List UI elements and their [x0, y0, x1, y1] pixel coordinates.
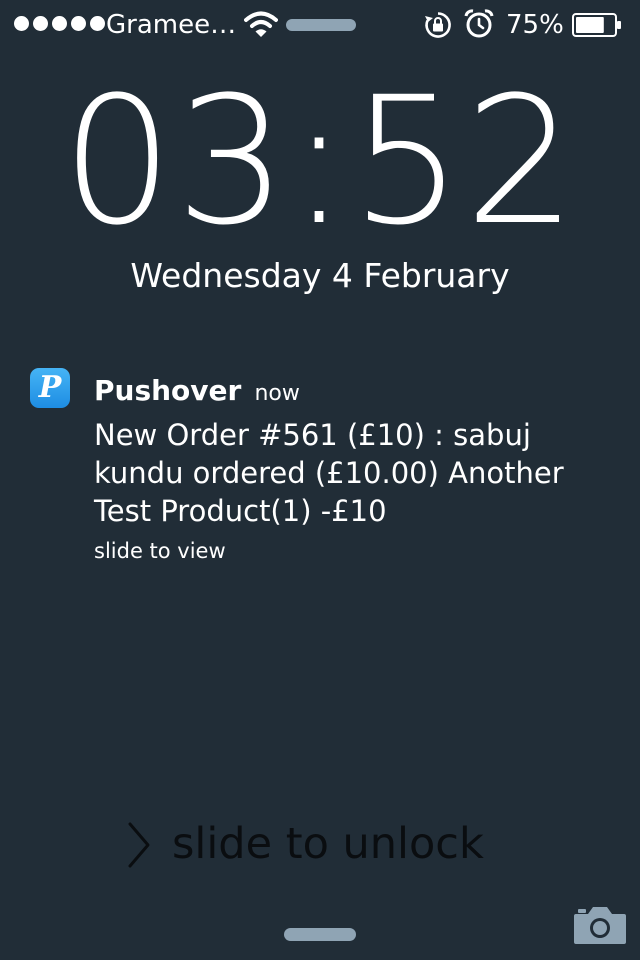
clock-date: Wednesday 4 February: [130, 256, 510, 295]
battery-percent: 75%: [506, 10, 564, 40]
lock-clock: 03:52: [0, 62, 640, 262]
signal-dot: [90, 16, 105, 31]
alarm-icon: [464, 9, 494, 38]
notification-message: New Order #561 (£10) : sabuj kundu order…: [94, 418, 564, 528]
wifi-icon: [244, 11, 278, 37]
unlock-label: slide to unlock: [172, 819, 484, 869]
notification-time: now: [254, 381, 300, 406]
pushover-app-icon: P: [30, 368, 70, 408]
camera-icon[interactable]: [572, 902, 628, 946]
signal-dot: [33, 16, 48, 31]
lock-screen: Gramee… 75% 03:52 Wednesday 4 February P…: [0, 0, 640, 960]
signal-dot: [52, 16, 67, 31]
notification-header: Pushover now: [94, 372, 300, 413]
status-bar: Gramee… 75%: [0, 0, 640, 50]
signal-dot: [71, 16, 86, 31]
battery-icon: [572, 13, 621, 37]
signal-dot: [14, 16, 29, 31]
notification-slide-hint: slide to view: [94, 539, 226, 563]
carrier-name: Gramee…: [106, 10, 237, 40]
signal-strength-icon: [14, 16, 105, 31]
status-bar-pill: [286, 19, 356, 31]
rotation-lock-icon: [425, 12, 451, 38]
notification-app-name: Pushover: [94, 374, 242, 407]
clock-time: 03:52: [61, 59, 579, 264]
slide-to-unlock[interactable]: slide to unlock: [126, 814, 526, 874]
control-center-grabber[interactable]: [284, 928, 356, 941]
chevron-right-icon: [128, 822, 150, 868]
